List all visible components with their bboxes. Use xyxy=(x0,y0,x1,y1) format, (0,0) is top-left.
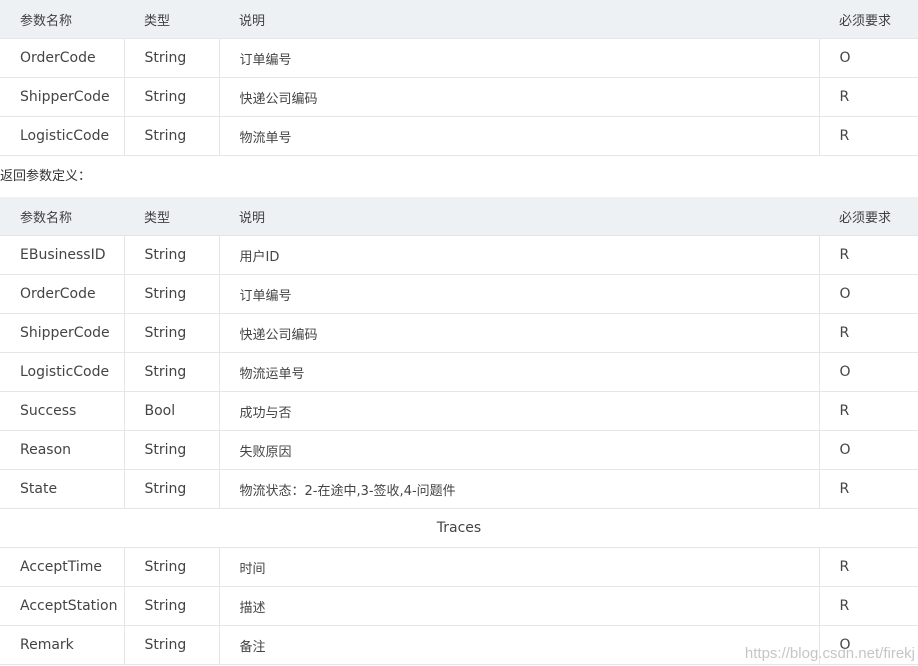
param-required: R xyxy=(819,547,918,587)
param-type: String xyxy=(124,77,220,117)
param-required: R xyxy=(819,469,918,509)
param-type: String xyxy=(124,38,220,78)
table-row: AcceptStation String 描述 R xyxy=(0,586,918,626)
param-desc: 用户ID xyxy=(219,235,820,275)
header-name: 参数名称 xyxy=(0,0,124,39)
return-params-title: 返回参数定义： xyxy=(0,169,92,184)
param-required: R xyxy=(819,313,918,353)
param-type: String xyxy=(124,625,220,665)
param-required: R xyxy=(819,116,918,156)
param-name: ShipperCode xyxy=(0,313,125,353)
param-name: LogisticCode xyxy=(0,116,125,156)
traces-section-label: Traces xyxy=(0,508,918,548)
param-name: AcceptTime xyxy=(0,547,125,587)
response-params-table: 参数名称 类型 说明 必须要求 EBusinessID String 用户ID … xyxy=(0,197,918,665)
param-type: Bool xyxy=(124,391,220,431)
param-name: OrderCode xyxy=(0,38,125,78)
param-type: String xyxy=(124,469,220,509)
param-desc: 快递公司编码 xyxy=(219,313,820,353)
header-name: 参数名称 xyxy=(0,197,124,236)
param-required: R xyxy=(819,586,918,626)
table-row: ShipperCode String 快递公司编码 R xyxy=(0,313,918,353)
param-required: O xyxy=(819,430,918,470)
param-desc: 失败原因 xyxy=(219,430,820,470)
param-desc: 备注 xyxy=(219,625,820,665)
param-type: String xyxy=(124,430,220,470)
param-required: R xyxy=(819,77,918,117)
table-row: AcceptTime String 时间 R xyxy=(0,547,918,587)
table-row: EBusinessID String 用户ID R xyxy=(0,235,918,275)
request-params-table: 参数名称 类型 说明 必须要求 OrderCode String 订单编号 O … xyxy=(0,0,918,156)
table-row: State String 物流状态：2-在途中,3-签收,4-问题件 R xyxy=(0,469,918,509)
param-desc: 成功与否 xyxy=(219,391,820,431)
header-type: 类型 xyxy=(124,197,219,236)
param-name: AcceptStation xyxy=(0,586,125,626)
header-desc: 说明 xyxy=(219,0,819,39)
param-desc: 物流运单号 xyxy=(219,352,820,392)
table-row: Success Bool 成功与否 R xyxy=(0,391,918,431)
param-type: String xyxy=(124,547,220,587)
table-row: OrderCode String 订单编号 O xyxy=(0,38,918,78)
param-name: State xyxy=(0,469,125,509)
param-type: String xyxy=(124,235,220,275)
param-name: Remark xyxy=(0,625,125,665)
param-required: O xyxy=(819,38,918,78)
param-name: Success xyxy=(0,391,125,431)
param-required: O xyxy=(819,352,918,392)
header-required: 必须要求 xyxy=(819,0,918,39)
param-type: String xyxy=(124,116,220,156)
param-desc: 订单编号 xyxy=(219,38,820,78)
param-name: ShipperCode xyxy=(0,77,125,117)
param-desc: 时间 xyxy=(219,547,820,587)
param-desc: 物流单号 xyxy=(219,116,820,156)
param-type: String xyxy=(124,313,220,353)
traces-section-row: Traces xyxy=(0,508,918,548)
param-desc: 快递公司编码 xyxy=(219,77,820,117)
param-type: String xyxy=(124,274,220,314)
table-header-row: 参数名称 类型 说明 必须要求 xyxy=(0,0,918,39)
param-name: OrderCode xyxy=(0,274,125,314)
table-row: LogisticCode String 物流运单号 O xyxy=(0,352,918,392)
header-type: 类型 xyxy=(124,0,219,39)
param-required: R xyxy=(819,235,918,275)
param-type: String xyxy=(124,586,220,626)
param-desc: 订单编号 xyxy=(219,274,820,314)
header-desc: 说明 xyxy=(219,197,819,236)
param-name: EBusinessID xyxy=(0,235,125,275)
table-header-row: 参数名称 类型 说明 必须要求 xyxy=(0,197,918,236)
table-row: LogisticCode String 物流单号 R xyxy=(0,116,918,156)
table-row: Reason String 失败原因 O xyxy=(0,430,918,470)
param-desc: 描述 xyxy=(219,586,820,626)
header-required: 必须要求 xyxy=(819,197,918,236)
param-name: LogisticCode xyxy=(0,352,125,392)
param-type: String xyxy=(124,352,220,392)
watermark-text: https://blog.csdn.net/firekj xyxy=(744,645,915,662)
table-row: OrderCode String 订单编号 O xyxy=(0,274,918,314)
param-required: O xyxy=(819,274,918,314)
param-desc: 物流状态：2-在途中,3-签收,4-问题件 xyxy=(219,469,820,509)
param-required: R xyxy=(819,391,918,431)
table-row: ShipperCode String 快递公司编码 R xyxy=(0,77,918,117)
param-name: Reason xyxy=(0,430,125,470)
